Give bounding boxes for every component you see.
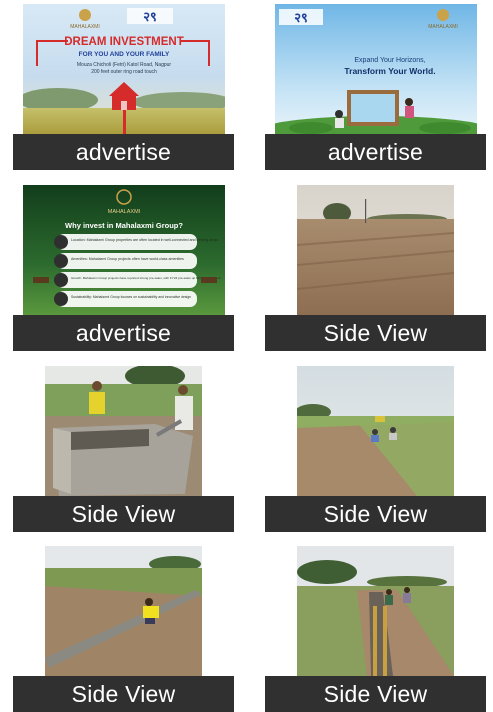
tile-caption: advertise	[13, 134, 234, 170]
tile-caption: advertise	[13, 315, 234, 351]
advert-headline: Why invest in Mahalaxmi Group?	[65, 221, 183, 230]
tile-caption: Side View	[13, 496, 234, 532]
advert-line1: Expand Your Horizons,	[354, 57, 425, 64]
tile-caption: Side View	[265, 496, 486, 532]
why-invest-advert-image[interactable]: MAHALAXMI Why invest in Mahalaxmi Group?…	[23, 185, 225, 317]
advert-location-line1: Mouza Chicholi (Fetri) Katol Road, Nagpu…	[77, 62, 172, 68]
advert-point: Growth: Mahalaxmi Group projects have re…	[71, 276, 221, 280]
growth-icon	[54, 273, 68, 287]
expand-horizons-advert-image[interactable]: २९ MAHALAXMI Expand Your Horizons, Trans…	[275, 4, 477, 136]
side-view-photo[interactable]	[45, 546, 202, 676]
advert-headline: DREAM INVESTMENT	[64, 36, 183, 48]
advert-subline: FOR YOU AND YOUR FAMILY	[79, 51, 170, 58]
side-view-photo[interactable]	[297, 366, 454, 496]
side-view-photo[interactable]	[297, 546, 454, 676]
side-view-photo[interactable]	[45, 366, 202, 496]
advert-brand: MAHALAXMI	[70, 24, 99, 30]
advert-location-line2: 200 feet outer ring road touch	[91, 69, 157, 75]
advert-badge: २९	[294, 10, 308, 25]
tile-caption: Side View	[13, 676, 234, 712]
tile-caption: Side View	[265, 676, 486, 712]
advert-line2: Transform Your World.	[344, 66, 435, 76]
advert-point: Location: Mahalaxmi Group properties are…	[71, 238, 219, 242]
brand-logo-icon	[437, 9, 449, 21]
advert-brand: MAHALAXMI	[108, 209, 141, 215]
advert-badge: २९	[143, 9, 157, 24]
sustainability-icon	[54, 292, 68, 306]
side-view-photo[interactable]	[297, 185, 454, 315]
dream-investment-advert-image[interactable]: MAHALAXMI २९ DREAM INVESTMENT FOR YOU AN…	[23, 4, 225, 136]
advert-point: Amenities: Mahalaxmi Group projects ofte…	[71, 257, 184, 261]
tile-caption: advertise	[265, 134, 486, 170]
advert-brand: MAHALAXMI	[428, 24, 457, 30]
tile-caption: Side View	[265, 315, 486, 351]
amenities-icon	[54, 254, 68, 268]
advert-point: Sustainability: Mahalaxmi Group focuses …	[71, 295, 191, 299]
brand-logo-icon	[79, 9, 91, 21]
location-pin-icon	[54, 235, 68, 249]
